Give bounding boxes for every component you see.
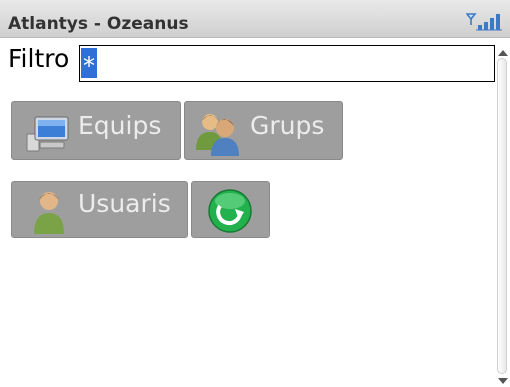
grups-button[interactable]: Grups (184, 101, 343, 160)
scroll-down-arrow-icon[interactable] (497, 376, 509, 386)
computer-icon (26, 116, 69, 152)
scroll-up-arrow-icon[interactable] (497, 48, 509, 58)
usuaris-button-label: Usuaris (78, 189, 171, 218)
equips-button-label: Equips (78, 111, 162, 140)
signal-strength-icon (466, 13, 502, 31)
users-group-icon (196, 114, 239, 156)
grups-button-label: Grups (250, 111, 325, 140)
refresh-icon (208, 189, 252, 233)
scroll-thumb[interactable] (497, 58, 507, 374)
user-icon (34, 192, 64, 234)
refresh-button[interactable] (191, 181, 270, 238)
equips-button[interactable]: Equips (11, 101, 181, 160)
scrollbar[interactable] (496, 48, 510, 385)
usuaris-button[interactable]: Usuaris (11, 181, 188, 238)
filter-label: Filtro (8, 44, 70, 73)
filter-input-value: * (81, 48, 97, 80)
window-title: Atlantys - Ozeanus (8, 14, 189, 34)
filter-input[interactable]: * (79, 45, 495, 82)
title-bar: Atlantys - Ozeanus (0, 0, 510, 38)
